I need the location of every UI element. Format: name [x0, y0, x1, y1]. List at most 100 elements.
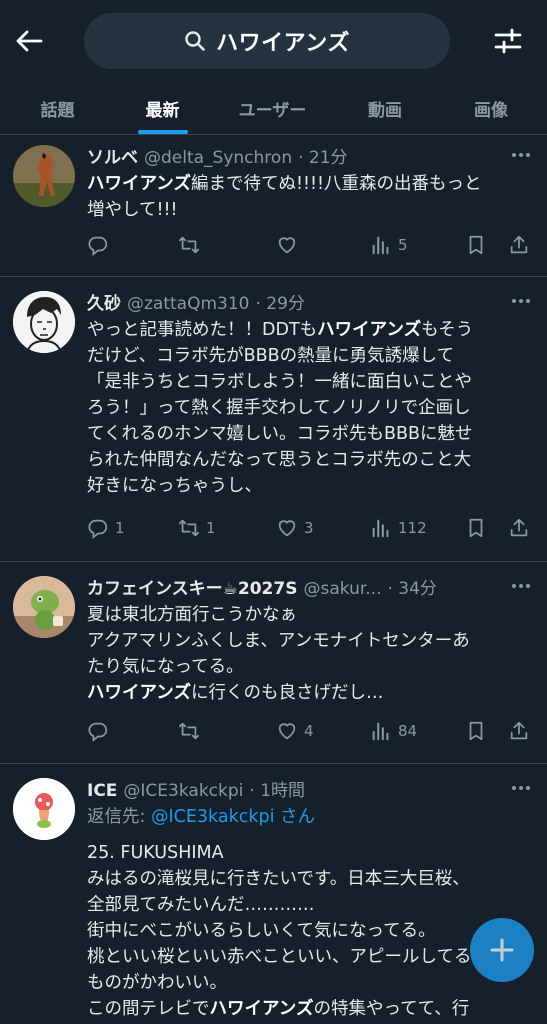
tweet-line: ろう！」って熱く握手交わしてノリノリで企画し	[87, 398, 471, 418]
like-button[interactable]	[276, 230, 304, 260]
tweet[interactable]: 久砂 @zattaQm310 · 29分 やっと記事読めた！！DDTもハワイアン…	[0, 277, 547, 562]
avatar[interactable]	[13, 576, 75, 638]
more-button[interactable]	[509, 778, 533, 798]
tweet-line: やっと記事読めた！！DDTもハワイアンズもそう	[87, 320, 474, 340]
tweet-line: 好きになっちゃうし、	[87, 476, 262, 496]
timestamp: · 1時間	[249, 781, 306, 801]
tweet-header: ICE @ICE3kakckpi · 1時間	[87, 776, 497, 801]
tweet-line: ハワイアンズ編まで待てぬ!!!!八重森の出番もっと	[87, 174, 482, 194]
tab-label: 最新	[145, 100, 180, 121]
reply-icon	[88, 236, 108, 256]
like-button[interactable]: 3	[276, 513, 314, 543]
search-header: ハワイアンズ 話題 最新 ユーザー 動画 画像	[0, 0, 547, 135]
search-query: ハワイアンズ	[216, 31, 350, 56]
tweet-actions: 1 1 3 112	[87, 513, 537, 543]
tweet-actions: 4 84	[87, 716, 537, 746]
tweet-text: やっと記事読めた！！DDTもハワイアンズもそう だけど、コラボ先がBBBの熱量に…	[87, 317, 532, 499]
search-input[interactable]: ハワイアンズ	[84, 13, 450, 69]
share-button[interactable]	[508, 513, 530, 543]
bookmark-button[interactable]	[465, 716, 487, 746]
tweet-text: 夏は東北方面行こうかなぁ アクアマリンふくしま、アンモナイトセンターあ たり気に…	[87, 602, 532, 706]
tab-videos[interactable]: 動画	[335, 82, 435, 134]
user-handle: @delta_Synchron	[144, 148, 293, 168]
tweet[interactable]: カフェインスキー☕2027S @sakur... · 34分 夏は東北方面行こう…	[0, 562, 547, 764]
like-icon	[278, 237, 296, 254]
share-button[interactable]	[508, 716, 530, 746]
reply-button[interactable]	[87, 230, 115, 260]
like-count: 4	[304, 722, 314, 740]
user-handle: @zattaQm310	[127, 294, 250, 314]
bookmark-button[interactable]	[465, 230, 487, 260]
reply-icon	[88, 519, 108, 539]
timestamp: · 21分	[298, 148, 348, 168]
retweet-button[interactable]	[178, 230, 206, 260]
like-icon	[278, 520, 296, 537]
views-button[interactable]: 84	[370, 716, 417, 746]
tab-images[interactable]: 画像	[435, 82, 547, 134]
views-icon	[372, 722, 389, 741]
search-icon	[185, 31, 205, 51]
view-count: 84	[398, 722, 418, 740]
filter-icon	[494, 28, 522, 54]
like-count: 3	[304, 519, 314, 537]
views-button[interactable]: 112	[370, 513, 427, 543]
more-icon	[512, 153, 530, 157]
more-icon	[512, 299, 530, 303]
view-count: 112	[398, 519, 427, 537]
tweet-line: アクアマリンふくしま、アンモナイトセンターあ	[87, 631, 470, 651]
reply-button[interactable]	[87, 716, 115, 746]
retweet-icon	[178, 519, 200, 537]
tweet-line: てくれるのホンマ嬉しい。コラボ先もBBBに魅せ	[87, 424, 473, 444]
avatar[interactable]	[13, 778, 75, 840]
search-tabs: 話題 最新 ユーザー 動画 画像	[0, 82, 547, 134]
avatar[interactable]	[13, 145, 75, 207]
display-name[interactable]: ソルベ	[87, 143, 138, 168]
back-button[interactable]	[12, 24, 46, 58]
avatar[interactable]	[13, 291, 75, 353]
like-icon	[278, 723, 296, 740]
more-button[interactable]	[509, 291, 533, 311]
compose-button[interactable]	[470, 918, 534, 982]
timestamp: · 34分	[387, 579, 437, 599]
tweet-line: 夏は東北方面行こうかなぁ	[87, 605, 297, 625]
display-name[interactable]: 久砂	[87, 289, 121, 314]
views-icon	[372, 236, 389, 255]
display-name[interactable]: ICE	[87, 781, 117, 801]
more-button[interactable]	[509, 145, 533, 165]
tab-latest[interactable]: 最新	[115, 82, 210, 134]
retweet-button[interactable]: 1	[178, 513, 216, 543]
share-button[interactable]	[508, 230, 530, 260]
tab-label: ユーザー	[238, 100, 307, 121]
tab-users[interactable]: ユーザー	[210, 82, 335, 134]
share-icon	[510, 518, 528, 537]
arrow-left-icon	[16, 30, 43, 52]
more-button[interactable]	[509, 576, 533, 596]
tweet-line: みはるの滝桜見に行きたいです。日本三大巨桜、	[87, 869, 470, 889]
more-icon	[512, 786, 530, 790]
reply-button[interactable]: 1	[87, 513, 125, 543]
active-tab-indicator	[137, 130, 188, 134]
search-filter-button[interactable]	[490, 24, 526, 58]
retweet-count: 1	[206, 519, 216, 537]
like-button[interactable]: 4	[276, 716, 314, 746]
tweet[interactable]: ICE @ICE3kakckpi · 1時間 返信先: @ICE3kakckpi…	[0, 764, 547, 1024]
tab-top[interactable]: 話題	[0, 82, 115, 134]
views-icon	[372, 519, 389, 538]
tweet-line: 25. FUKUSHIMA	[87, 843, 224, 863]
share-icon	[510, 235, 528, 254]
tweet-line: 増やして!!!	[87, 200, 178, 220]
views-button[interactable]: 5	[370, 230, 408, 260]
share-icon	[510, 721, 528, 740]
compose-icon	[490, 938, 514, 962]
tweet-actions: 5	[87, 230, 537, 260]
display-name[interactable]: カフェインスキー☕2027S	[87, 574, 297, 599]
retweet-button[interactable]	[178, 716, 206, 746]
retweet-icon	[178, 236, 200, 254]
bookmark-button[interactable]	[465, 513, 487, 543]
reply-to-link[interactable]: @ICE3kakckpi さん	[151, 807, 315, 827]
reply-icon	[88, 722, 108, 742]
tweet[interactable]: ソルベ @delta_Synchron · 21分 ハワイアンズ編まで待てぬ!!…	[0, 135, 547, 277]
tweet-line: たり気になってる。	[87, 657, 244, 677]
view-count: 5	[398, 236, 408, 254]
tweet-text: ハワイアンズ編まで待てぬ!!!!八重森の出番もっと 増やして!!!	[87, 171, 532, 223]
